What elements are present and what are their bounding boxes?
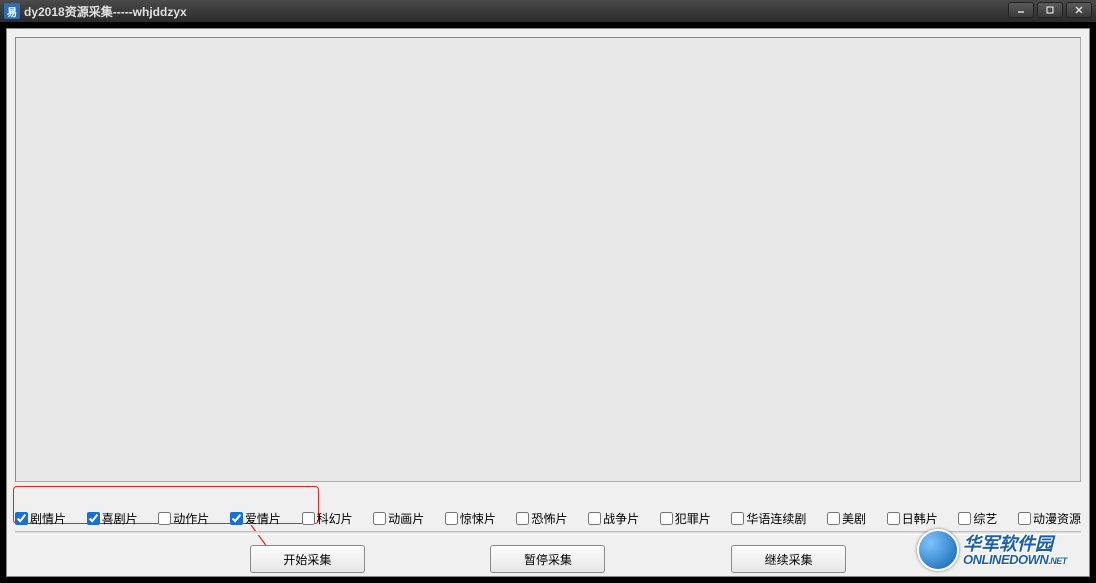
app-window: 易 dy2018资源采集-----whjddzyx <box>0 0 1096 583</box>
maximize-button[interactable] <box>1037 2 1063 18</box>
resume-button[interactable]: 继续采集 <box>731 545 846 573</box>
category-item-2[interactable]: 动作片 <box>158 510 209 527</box>
category-label: 美剧 <box>842 510 866 527</box>
close-icon <box>1074 5 1084 15</box>
content-frame: 剧情片 喜剧片 动作片 爱情片 科幻片 动画片 惊悚片 恐怖片 战争片 犯罪片 华语连续剧 美剧 日韩片… <box>6 28 1090 577</box>
watermark-cn: 华军软件园 <box>963 535 1067 553</box>
category-label: 恐怖片 <box>531 510 567 527</box>
category-label: 犯罪片 <box>675 510 711 527</box>
category-label: 剧情片 <box>30 510 66 527</box>
category-item-3[interactable]: 爱情片 <box>230 510 281 527</box>
category-checkbox-13[interactable] <box>958 512 971 525</box>
category-checkbox-9[interactable] <box>660 512 673 525</box>
close-button[interactable] <box>1066 2 1092 18</box>
category-checkbox-4[interactable] <box>302 512 315 525</box>
category-checkbox-0[interactable] <box>15 512 28 525</box>
category-item-13[interactable]: 综艺 <box>958 510 997 527</box>
maximize-icon <box>1045 5 1055 15</box>
category-checkbox-6[interactable] <box>445 512 458 525</box>
category-checkbox-3[interactable] <box>230 512 243 525</box>
category-checkbox-8[interactable] <box>588 512 601 525</box>
category-label: 动画片 <box>388 510 424 527</box>
window-title: dy2018资源采集-----whjddzyx <box>24 3 187 20</box>
category-checkbox-5[interactable] <box>373 512 386 525</box>
category-checkbox-14[interactable] <box>1018 512 1031 525</box>
category-item-1[interactable]: 喜剧片 <box>87 510 138 527</box>
category-item-9[interactable]: 犯罪片 <box>660 510 711 527</box>
globe-icon <box>917 529 959 571</box>
category-label: 动漫资源 <box>1033 510 1081 527</box>
category-label: 日韩片 <box>902 510 938 527</box>
category-checkbox-11[interactable] <box>827 512 840 525</box>
watermark-text: 华军软件园 ONLINEDOWN.NET <box>963 535 1067 566</box>
category-item-4[interactable]: 科幻片 <box>302 510 353 527</box>
category-item-12[interactable]: 日韩片 <box>887 510 938 527</box>
minimize-button[interactable] <box>1008 2 1034 18</box>
log-textarea[interactable] <box>15 37 1081 482</box>
category-item-5[interactable]: 动画片 <box>373 510 424 527</box>
category-label: 华语连续剧 <box>746 510 806 527</box>
category-label: 综艺 <box>973 510 997 527</box>
category-checkbox-2[interactable] <box>158 512 171 525</box>
category-label: 喜剧片 <box>102 510 138 527</box>
category-item-8[interactable]: 战争片 <box>588 510 639 527</box>
category-label: 科幻片 <box>317 510 353 527</box>
category-label: 动作片 <box>173 510 209 527</box>
category-item-10[interactable]: 华语连续剧 <box>731 510 806 527</box>
watermark-en: ONLINEDOWN.NET <box>963 553 1067 566</box>
category-item-6[interactable]: 惊悚片 <box>445 510 496 527</box>
category-label: 爱情片 <box>245 510 281 527</box>
window-body: 剧情片 喜剧片 动作片 爱情片 科幻片 动画片 惊悚片 恐怖片 战争片 犯罪片 华语连续剧 美剧 日韩片… <box>0 22 1096 583</box>
category-item-14[interactable]: 动漫资源 <box>1018 510 1081 527</box>
category-checkbox-1[interactable] <box>87 512 100 525</box>
titlebar[interactable]: 易 dy2018资源采集-----whjddzyx <box>0 0 1096 22</box>
category-item-11[interactable]: 美剧 <box>827 510 866 527</box>
minimize-icon <box>1016 5 1026 15</box>
start-button[interactable]: 开始采集 <box>250 545 365 573</box>
category-checkbox-7[interactable] <box>516 512 529 525</box>
watermark: 华军软件园 ONLINEDOWN.NET <box>917 526 1087 574</box>
window-controls <box>1008 2 1092 18</box>
app-icon: 易 <box>4 3 20 19</box>
category-label: 战争片 <box>603 510 639 527</box>
pause-button[interactable]: 暂停采集 <box>490 545 605 573</box>
category-item-7[interactable]: 恐怖片 <box>516 510 567 527</box>
category-label: 惊悚片 <box>460 510 496 527</box>
category-checkbox-10[interactable] <box>731 512 744 525</box>
category-item-0[interactable]: 剧情片 <box>15 510 66 527</box>
category-checkbox-12[interactable] <box>887 512 900 525</box>
